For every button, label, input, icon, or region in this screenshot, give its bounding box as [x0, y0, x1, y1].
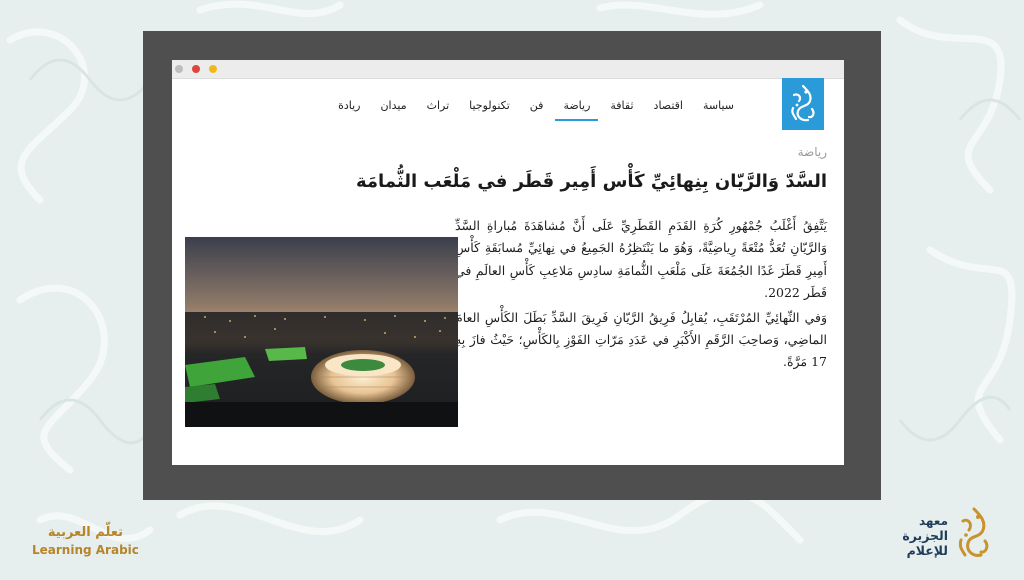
- window-minimize-button[interactable]: [209, 65, 217, 73]
- learning-arabic-brand: تعلّم العربية Learning Arabic: [32, 525, 139, 557]
- aljazeera-logo-icon[interactable]: [782, 78, 824, 130]
- nav-item-politics[interactable]: سياسة: [693, 99, 744, 112]
- nav-item-technology[interactable]: تكنولوجيا: [459, 99, 520, 112]
- main-nav: سياسة اقتصاد ثقافة رياضة فن تكنولوجيا تر…: [328, 99, 744, 121]
- nav-item-economy[interactable]: اقتصاد: [644, 99, 693, 112]
- aljazeera-institute-brand: معهد الجزيرة للإعلام: [902, 505, 994, 567]
- stadium-aerial-photo: [185, 237, 458, 427]
- nav-item-art[interactable]: فن: [520, 99, 554, 112]
- aljazeera-gold-logo-icon: [954, 505, 994, 567]
- nav-item-sports[interactable]: رياضة: [553, 99, 600, 121]
- nav-item-entrepreneurship[interactable]: ريادة: [328, 99, 370, 112]
- institute-label-line3: للإعلام: [906, 543, 948, 558]
- article-paragraph: يَتَّفِقُ أَغْلَبُ جُمْهُورِ كُرَةِ القَ…: [455, 218, 827, 301]
- window-close-button[interactable]: [192, 65, 200, 73]
- brand-english-label: Learning Arabic: [32, 543, 139, 557]
- article-category[interactable]: رياضة: [798, 145, 827, 159]
- institute-label-line1: معهد: [918, 514, 948, 528]
- brand-arabic-label: تعلّم العربية: [47, 525, 123, 540]
- browser-titlebar: [172, 60, 844, 79]
- institute-label-line2: الجزيرة: [902, 528, 948, 543]
- browser-window: سياسة اقتصاد ثقافة رياضة فن تكنولوجيا تر…: [172, 60, 844, 465]
- nav-item-field[interactable]: ميدان: [370, 99, 416, 112]
- article-headline: السَّدّ وَالرَّيّان بِنِهائِيِّ كَأْس أَ…: [356, 171, 827, 192]
- article-paragraph: وَفي النِّهائِيِّ المُرْتَقَبِ، يُقابِلُ…: [455, 309, 827, 370]
- window-grey-button[interactable]: [175, 65, 183, 73]
- nav-item-heritage[interactable]: تراث: [417, 99, 460, 112]
- nav-item-culture[interactable]: ثقافة: [600, 99, 643, 112]
- article-body: يَتَّفِقُ أَغْلَبُ جُمْهُورِ كُرَةِ القَ…: [455, 215, 827, 376]
